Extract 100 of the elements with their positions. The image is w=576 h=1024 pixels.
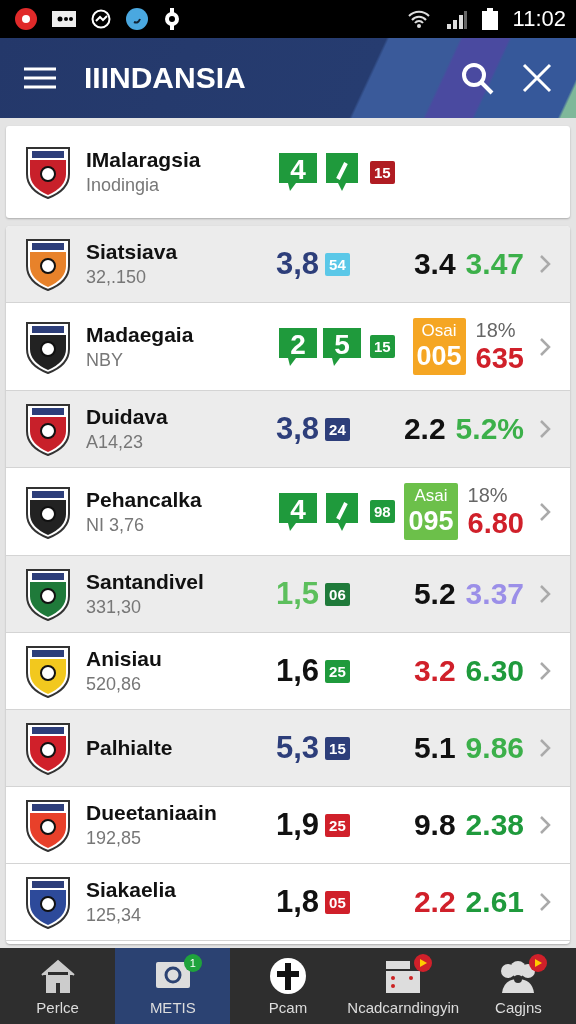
team-crest-icon (24, 720, 72, 776)
phone-icon (126, 8, 148, 30)
chevron-right-icon (538, 501, 552, 522)
team-crest-icon (24, 643, 72, 699)
match-row[interactable]: Siatsiava 32,.150 3,8 54 3.4 3.47 (6, 226, 570, 303)
match-row[interactable]: Santandivel 331,30 1,5 06 5.2 3.37 (6, 556, 570, 633)
odds-value: 6.80 (467, 506, 524, 540)
dots-icon (52, 11, 76, 27)
notification-badge: 1 (183, 954, 202, 972)
score-value: 1,6 (276, 653, 320, 689)
team-name: Anisiau (86, 647, 163, 671)
count-badge: 25 (325, 659, 350, 683)
chevron-right-icon (538, 419, 552, 439)
odds-value: 3.2 (413, 654, 456, 688)
score-value: 1,9 (276, 807, 320, 843)
odds-value: 5.2 (413, 577, 456, 611)
match-row[interactable]: Dueetaniaain 192,85 1,9 25 9.8 2.38 (6, 787, 570, 864)
count-badge: 25 (325, 813, 350, 837)
team-name: Duidava (86, 405, 169, 429)
odds-value: 2.2 (413, 885, 456, 919)
team-subtitle: 32,.150 (86, 267, 148, 288)
tile-label: Osai (421, 321, 457, 341)
count-badge: 54 (325, 252, 350, 276)
team-subtitle: 192,85 (86, 828, 143, 849)
count-badge: 06 (325, 582, 350, 606)
team-subtitle: NBY (86, 349, 124, 371)
team-name: Palhialte (86, 736, 174, 760)
odds-value: 3.37 (465, 577, 524, 611)
cross-icon (268, 956, 308, 995)
team-crest-icon (24, 797, 72, 853)
score-value: 3,8 (276, 246, 320, 282)
chevron-right-icon (538, 815, 552, 835)
count-badge: 24 (325, 417, 350, 441)
tile-value: 095 (408, 506, 454, 537)
chat-icon (90, 8, 112, 30)
team-crest-icon (24, 401, 72, 457)
match-row[interactable]: Madaegaia NBY 2 5 15 Osai 005 18% 635 (6, 303, 570, 391)
nav-tab[interactable]: METIS 1 (115, 948, 231, 1024)
team-subtitle: A14,23 (86, 432, 145, 453)
score-bubble: 5 (320, 325, 364, 368)
team-name: IMalaragsia (86, 148, 202, 172)
chevron-right-icon (538, 336, 552, 357)
team-subtitle: 331,30 (86, 597, 143, 618)
team-subtitle: 520,86 (86, 674, 143, 695)
close-button[interactable] (522, 63, 552, 93)
chevron-right-icon (538, 661, 552, 681)
match-row[interactable]: Anisiau 520,86 1,6 25 3.2 6.30 (6, 633, 570, 710)
odds-value: 2.61 (465, 885, 524, 919)
team-name: Pehancalka (86, 487, 203, 512)
team-crest-icon (24, 236, 72, 292)
odds-value: 3.47 (465, 247, 524, 281)
match-row[interactable]: Pehancalka NI 3,76 4 98 Asai 095 18% 6.80 (6, 468, 570, 556)
chevron-right-icon (538, 738, 552, 758)
team-name: Santandivel (86, 570, 205, 594)
count-badge: 05 (325, 890, 350, 914)
odds-value: 2.38 (465, 808, 524, 842)
score-value: 5,3 (276, 730, 320, 766)
odds-value: 9.8 (413, 808, 456, 842)
tile-label: Asai (414, 486, 448, 506)
count-badge: 98 (370, 500, 395, 523)
team-name: Siatsiava (86, 240, 179, 264)
chevron-right-icon (538, 892, 552, 912)
score-bubble: 4 (276, 490, 320, 533)
battery-icon (480, 8, 499, 30)
team-name: Dueetaniaain (86, 801, 218, 825)
odds-value: 5.1 (413, 731, 456, 765)
odds-value: 635 (475, 341, 524, 375)
team-name: Siakaelia (86, 878, 177, 902)
team-subtitle: NI 3,76 (86, 514, 146, 536)
odds-value: 3.4 (413, 247, 456, 281)
app-title: IIINDANSIA (84, 61, 247, 95)
tile-value: 005 (416, 341, 462, 372)
count-badge: 15 (370, 335, 395, 358)
count-badge: 15 (325, 736, 350, 760)
match-row[interactable]: Duidava A14,23 3,8 24 2.2 5.2% (6, 391, 570, 468)
odds-value: 6.30 (465, 654, 524, 688)
match-row[interactable]: Siakaelia 125,34 1,8 05 2.2 2.61 (6, 864, 570, 941)
percent-value: 18% (475, 318, 517, 342)
wifi-icon (406, 9, 431, 29)
odds-value: 2.2 (403, 412, 446, 446)
team-name: Madaegaia (86, 322, 195, 347)
team-subtitle: Inodingia (86, 175, 161, 196)
odds-value: 5.2% (455, 412, 524, 446)
count-badge: 15 (370, 160, 395, 184)
team-crest-icon (24, 566, 72, 622)
score-value: 1,8 (276, 884, 320, 920)
chevron-right-icon (538, 254, 552, 274)
featured-card[interactable]: IMalaragsia Inodingia 4 15 (6, 126, 570, 218)
record-icon (14, 7, 38, 31)
odds-value: 9.86 (465, 731, 524, 765)
score-value: 1,5 (276, 576, 320, 612)
menu-button[interactable] (24, 66, 56, 90)
team-crest-icon (24, 874, 72, 930)
clock-time: 11:02 (512, 6, 566, 32)
signal-icon (444, 9, 467, 29)
match-row[interactable]: Palhialte 5,3 15 5.1 9.86 (6, 710, 570, 787)
score-value: 3,8 (276, 411, 320, 447)
chevron-right-icon (538, 584, 552, 604)
score-bubble: 4 (276, 151, 320, 193)
search-button[interactable] (460, 61, 494, 95)
